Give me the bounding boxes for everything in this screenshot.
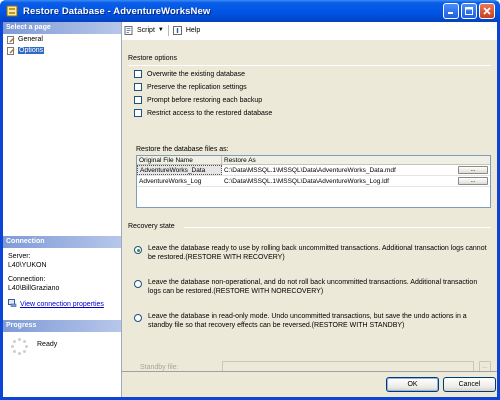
- connection-header: Connection: [3, 236, 121, 248]
- progress-spinner-icon: [11, 338, 29, 356]
- restore-options-title: Restore options: [128, 55, 178, 62]
- restore-with-norecovery-option[interactable]: Leave the database non-operational, and …: [134, 278, 488, 296]
- radio-button[interactable]: [134, 314, 142, 322]
- sidebar-item-general[interactable]: General: [3, 34, 121, 45]
- checkbox-box[interactable]: [134, 96, 142, 104]
- original-file-cell[interactable]: AdventureWorks_Data: [137, 165, 222, 175]
- checkbox-label: Prompt before restoring each backup: [147, 96, 263, 104]
- server-label: Server:: [8, 253, 31, 260]
- view-connection-properties-text[interactable]: View connection properties: [20, 300, 104, 309]
- original-file-cell[interactable]: AdventureWorks_Log: [137, 176, 222, 186]
- page-wrench-icon: [7, 35, 15, 44]
- connection-panel: Connection Server: L40\YUKON Connection:…: [3, 236, 121, 310]
- restore-options-divider: [128, 65, 491, 66]
- checkbox-box[interactable]: [134, 70, 142, 78]
- close-button[interactable]: [479, 3, 495, 19]
- radio-label: Leave the database ready to use by rolli…: [148, 245, 487, 261]
- restore-with-recovery-option[interactable]: Leave the database ready to use by rolli…: [134, 244, 488, 262]
- minimize-button[interactable]: [443, 3, 459, 19]
- restore-as-cell[interactable]: C:\Data\MSSQL.1\MSSQL\Data\AdventureWork…: [222, 165, 458, 175]
- connection-properties-icon: [8, 299, 17, 310]
- window-title: Restore Database - AdventureWorksNew: [23, 5, 211, 17]
- script-icon: [124, 25, 134, 35]
- ok-button[interactable]: OK: [386, 377, 439, 392]
- checkbox-box[interactable]: [134, 83, 142, 91]
- script-button[interactable]: Script ▼: [124, 25, 164, 35]
- checkbox-box[interactable]: [134, 109, 142, 117]
- sidebar: Select a page General Options Connection…: [3, 22, 122, 397]
- overwrite-database-checkbox[interactable]: Overwrite the existing database: [134, 70, 245, 78]
- radio-label: Leave the database non-operational, and …: [148, 279, 478, 295]
- table-row[interactable]: AdventureWorks_Log C:\Data\MSSQL.1\MSSQL…: [137, 176, 490, 187]
- restore-with-standby-option[interactable]: Leave the database in read-only mode. Un…: [134, 312, 488, 330]
- checkbox-label: Restrict access to the restored database: [147, 109, 273, 117]
- select-page-header: Select a page: [3, 22, 121, 34]
- sidebar-item-label: General: [18, 36, 43, 43]
- restore-as-cell[interactable]: C:\Data\MSSQL.1\MSSQL\Data\AdventureWork…: [222, 176, 458, 186]
- restore-files-label: Restore the database files as:: [136, 146, 229, 153]
- radio-button[interactable]: [134, 280, 142, 288]
- page-wrench-icon: [7, 46, 15, 55]
- sidebar-item-label: Options: [18, 47, 45, 54]
- browse-file-button[interactable]: ...: [458, 177, 488, 185]
- checkbox-label: Overwrite the existing database: [147, 70, 246, 78]
- browse-file-button[interactable]: ...: [458, 166, 488, 174]
- recovery-state-divider: [184, 227, 491, 228]
- help-button[interactable]: Help: [172, 25, 201, 35]
- column-header-restore-as[interactable]: Restore As: [222, 156, 490, 164]
- maximize-button[interactable]: [461, 3, 477, 19]
- recovery-state-title: Recovery state: [128, 223, 175, 230]
- grid-header: Original File Name Restore As: [137, 156, 490, 165]
- progress-header: Progress: [3, 320, 121, 332]
- prompt-before-restore-checkbox[interactable]: Prompt before restoring each backup: [134, 96, 262, 104]
- view-connection-properties-link[interactable]: View connection properties: [8, 299, 117, 310]
- standby-file-label: Standby file:: [140, 364, 179, 371]
- restore-database-window: Restore Database - AdventureWorksNew Sel…: [0, 0, 500, 400]
- connection-value: L40\BillGraziano: [8, 285, 60, 292]
- options-content: Restore options Overwrite the existing d…: [122, 40, 497, 372]
- column-header-original[interactable]: Original File Name: [137, 156, 222, 164]
- options-page: Script ▼ Help Restore options Overwrite …: [122, 22, 497, 372]
- chevron-down-icon[interactable]: ▼: [158, 27, 164, 33]
- cancel-button[interactable]: Cancel: [443, 377, 496, 392]
- progress-status: Ready: [37, 340, 58, 348]
- toolbar-separator: [167, 24, 169, 36]
- sidebar-item-options[interactable]: Options: [3, 45, 121, 56]
- checkbox-label: Preserve the replication settings: [147, 83, 247, 91]
- database-restore-icon: [6, 5, 18, 17]
- help-icon: [172, 25, 183, 35]
- progress-panel: Progress Ready: [3, 320, 121, 356]
- dialog-footer: OK Cancel: [122, 371, 497, 397]
- server-value: L40\YUKON: [8, 262, 47, 269]
- connection-label: Connection:: [8, 276, 46, 283]
- restore-files-grid[interactable]: Original File Name Restore As AdventureW…: [136, 155, 491, 208]
- title-bar[interactable]: Restore Database - AdventureWorksNew: [0, 0, 500, 22]
- script-label: Script: [137, 26, 155, 34]
- radio-button[interactable]: [134, 246, 142, 254]
- toolbar: Script ▼ Help: [122, 22, 497, 39]
- restrict-access-checkbox[interactable]: Restrict access to the restored database: [134, 109, 272, 117]
- radio-label: Leave the database in read-only mode. Un…: [148, 313, 467, 329]
- help-label: Help: [185, 26, 201, 34]
- preserve-replication-checkbox[interactable]: Preserve the replication settings: [134, 83, 247, 91]
- table-row[interactable]: AdventureWorks_Data C:\Data\MSSQL.1\MSSQ…: [137, 165, 490, 176]
